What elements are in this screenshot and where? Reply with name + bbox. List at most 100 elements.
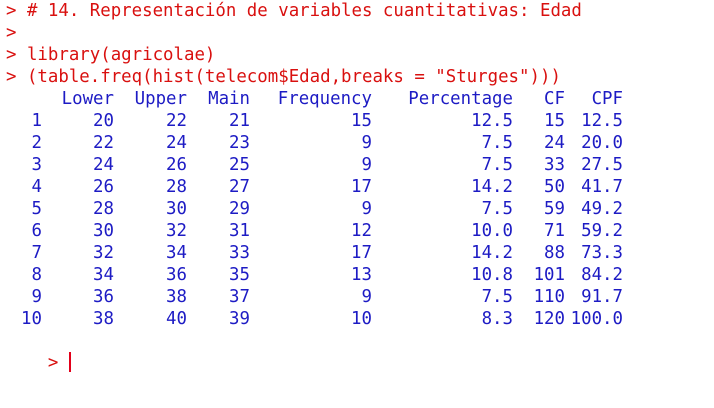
- table-cell: 25: [229, 155, 250, 175]
- table-cell: 24: [166, 133, 187, 153]
- table-cell: 7.5: [481, 133, 513, 153]
- table-cell: 23: [229, 133, 250, 153]
- table-cell: 10.8: [471, 265, 513, 285]
- table-cell: 59.2: [581, 221, 623, 241]
- table-cell: 88: [544, 243, 565, 263]
- table-cell: 49.2: [581, 199, 623, 219]
- column-header-main: Main: [208, 89, 250, 109]
- column-header-frequency: Frequency: [277, 89, 372, 109]
- r-console[interactable]: > # 14. Representación de variables cuan…: [6, 0, 712, 373]
- table-cell: 8.3: [481, 309, 513, 329]
- filler-cell: [623, 132, 699, 154]
- filler-cell: [623, 220, 699, 242]
- filler-cell: [623, 242, 699, 264]
- table-cell: 33: [544, 155, 565, 175]
- table-cell: 13: [351, 265, 372, 285]
- text-cursor: [68, 352, 71, 372]
- table-row: 5 28 30 29 9 7.5 59 49.2: [6, 198, 699, 220]
- table-cell: 30: [93, 221, 114, 241]
- table-cell: 33: [229, 243, 250, 263]
- table-cell: 26: [93, 177, 114, 197]
- table-cell: 34: [166, 243, 187, 263]
- table-cell: 84.2: [581, 265, 623, 285]
- table-cell: 17: [351, 243, 372, 263]
- table-row: 1 20 22 21 15 12.5 15 12.5: [6, 110, 699, 132]
- filler-cell: [623, 198, 699, 220]
- table-cell: 37: [229, 287, 250, 307]
- table-cell: 120: [533, 309, 565, 329]
- console-comment-line: > # 14. Representación de variables cuan…: [6, 1, 582, 21]
- table-cell: 73.3: [581, 243, 623, 263]
- table-cell: 7.5: [481, 155, 513, 175]
- table-cell: 24: [544, 133, 565, 153]
- table-cell: 50: [544, 177, 565, 197]
- table-row: 8 34 36 35 13 10.8 101 84.2: [6, 264, 699, 286]
- table-cell: 35: [229, 265, 250, 285]
- column-header-cf: CF: [544, 89, 565, 109]
- column-header-cpf: CPF: [591, 89, 623, 109]
- table-cell: 110: [533, 287, 565, 307]
- table-cell: 20.0: [581, 133, 623, 153]
- table-cell: 22: [93, 133, 114, 153]
- row-name: 6: [31, 221, 42, 241]
- table-cell: 12.5: [581, 111, 623, 131]
- row-name: 7: [31, 243, 42, 263]
- table-cell: 34: [93, 265, 114, 285]
- row-name: 9: [31, 287, 42, 307]
- table-cell: 28: [93, 199, 114, 219]
- table-cell: 41.7: [581, 177, 623, 197]
- row-name: 4: [31, 177, 42, 197]
- row-name: 1: [31, 111, 42, 131]
- table-cell: 32: [166, 221, 187, 241]
- column-header-upper: Upper: [134, 89, 187, 109]
- table-cell: 38: [93, 309, 114, 329]
- table-cell: 17: [351, 177, 372, 197]
- row-name: 3: [31, 155, 42, 175]
- table-cell: 31: [229, 221, 250, 241]
- table-cell: 10: [351, 309, 372, 329]
- row-name: 2: [31, 133, 42, 153]
- table-cell: 29: [229, 199, 250, 219]
- table-cell: 36: [166, 265, 187, 285]
- table-cell: 32: [93, 243, 114, 263]
- table-cell: 27: [229, 177, 250, 197]
- table-cell: 71: [544, 221, 565, 241]
- filler-header: [623, 88, 699, 110]
- filler-cell: [623, 110, 699, 132]
- console-active-prompt-line[interactable]: >: [6, 330, 712, 373]
- table-cell: 12: [351, 221, 372, 241]
- table-cell: 15: [351, 111, 372, 131]
- table-cell: 91.7: [581, 287, 623, 307]
- table-cell: 36: [93, 287, 114, 307]
- table-cell: 101: [533, 265, 565, 285]
- table-cell: 10.0: [471, 221, 513, 241]
- table-cell: 30: [166, 199, 187, 219]
- table-cell: 14.2: [471, 177, 513, 197]
- column-header-percentage: Percentage: [408, 89, 513, 109]
- table-cell: 24: [93, 155, 114, 175]
- table-cell: 15: [544, 111, 565, 131]
- row-name-header: [6, 88, 42, 110]
- table-row: 7 32 34 33 17 14.2 88 73.3: [6, 242, 699, 264]
- frequency-table-output: Lower Upper Main Frequency Percentage CF…: [6, 88, 699, 330]
- table-row: 2 22 24 23 9 7.5 24 20.0: [6, 132, 699, 154]
- console-library-command: > library(agricolae): [6, 45, 216, 65]
- table-cell: 20: [93, 111, 114, 131]
- console-prompt: >: [47, 353, 59, 373]
- console-empty-prompt-line: >: [6, 23, 17, 43]
- table-cell: 9: [361, 133, 372, 153]
- table-cell: 9: [361, 155, 372, 175]
- table-cell: 26: [166, 155, 187, 175]
- table-cell: 7.5: [481, 199, 513, 219]
- table-cell: 9: [361, 199, 372, 219]
- table-row: 6 30 32 31 12 10.0 71 59.2: [6, 220, 699, 242]
- filler-cell: [623, 308, 699, 330]
- table-cell: 40: [166, 309, 187, 329]
- row-name: 8: [31, 265, 42, 285]
- table-row: 4 26 28 27 17 14.2 50 41.7: [6, 176, 699, 198]
- table-header-row: Lower Upper Main Frequency Percentage CF…: [6, 88, 699, 110]
- table-cell: 12.5: [471, 111, 513, 131]
- row-name: 10: [21, 309, 42, 329]
- table-cell: 28: [166, 177, 187, 197]
- column-header-lower: Lower: [61, 89, 114, 109]
